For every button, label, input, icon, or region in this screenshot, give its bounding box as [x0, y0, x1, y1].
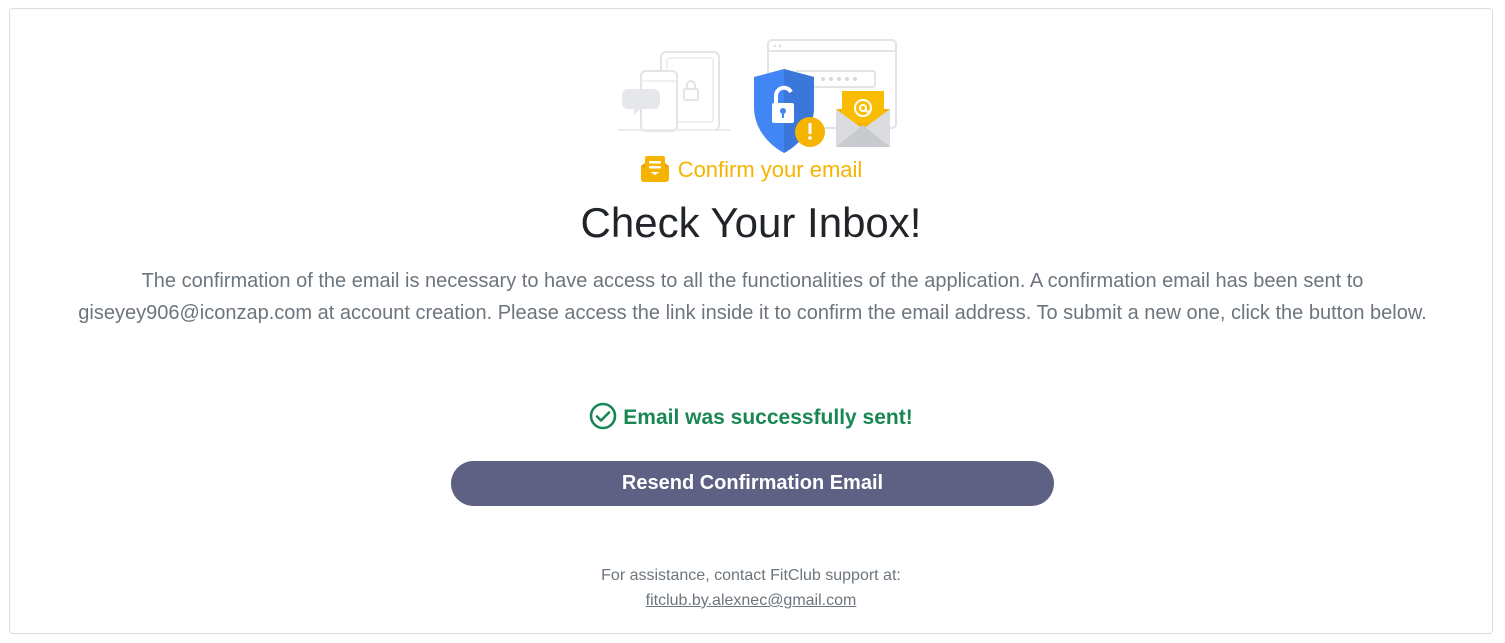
success-message-text: Email was successfully sent!	[623, 406, 913, 429]
page-title: Check Your Inbox!	[580, 199, 922, 246]
confirm-email-heading: Confirm your email	[10, 154, 1492, 186]
confirmation-card: Confirm your email Check Your Inbox! The…	[9, 8, 1493, 634]
support-email-link[interactable]: fitclub.by.alexnec@gmail.com	[646, 592, 857, 609]
resend-confirmation-button[interactable]: Resend Confirmation Email	[451, 461, 1054, 506]
support-text: For assistance, contact FitClub support …	[601, 567, 901, 584]
support-email-row: fitclub.by.alexnec@gmail.com	[10, 588, 1492, 614]
envelope-letter-icon	[640, 155, 669, 182]
confirm-email-label: Confirm your email	[677, 157, 863, 182]
success-message: Email was successfully sent!	[10, 402, 1492, 434]
check-circle-icon	[589, 402, 617, 430]
email-security-illustration	[618, 39, 897, 153]
confirmation-description: The confirmation of the email is necessa…	[78, 270, 1427, 324]
